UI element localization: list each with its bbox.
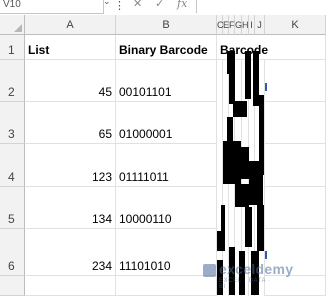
cell-b4[interactable]: 01111011 [116,144,217,187]
binary-value: 01000001 [119,127,173,141]
watermark-brand: exceldemy [219,261,294,277]
cancel-icon[interactable]: ✕ [133,0,142,10]
header-binary-barcode: Binary Barcode [119,43,208,57]
barcode-bar [233,101,247,117]
cell-a6[interactable]: 234 [25,229,116,276]
row-header-2[interactable]: 2 [0,60,25,102]
list-value: 134 [91,212,112,226]
row-number: 4 [8,170,15,184]
exceldemy-logo-icon [203,264,216,277]
column-header-k[interactable]: K [265,15,326,35]
binary-value: 00101101 [119,85,172,99]
cell-a3[interactable]: 65 [25,102,116,144]
list-value: 45 [98,85,112,99]
watermark: exceldemy EXCEL · DATA · BI [203,260,293,290]
column-header-a[interactable]: A [25,15,116,35]
binary-value: 11101010 [119,259,171,273]
cell-a2[interactable]: 45 [25,60,116,102]
cell-b7[interactable] [116,276,217,296]
barcode-bar [217,231,225,251]
barcode-bar [257,205,264,251]
binary-value: 10000110 [119,212,172,226]
header-list: List [28,43,50,57]
row-number: 2 [8,85,15,99]
enter-icon[interactable]: ✓ [155,0,164,10]
column-header-j[interactable]: J [255,15,265,35]
cell-k5[interactable] [265,187,326,229]
formula-bar: V10 ⌄ ⋮ ✕ ✓ fx [0,0,326,16]
cell-a4[interactable]: 123 [25,144,116,187]
list-value: 123 [91,170,112,184]
formula-bar-separator-icon: ⋮ [114,0,125,12]
row-number: 1 [8,43,15,57]
spreadsheet-grid: A B C E F G H I J K 1 2 3 4 5 6 List Bin… [0,15,326,296]
name-box-dropdown-icon[interactable]: ⌄ [103,0,111,7]
select-all-button[interactable] [0,15,25,35]
row-header-3[interactable]: 3 [0,102,25,144]
cell-k3[interactable] [265,102,326,144]
barcode-bar [245,207,252,247]
barcode-bar [245,51,251,99]
cell-b3[interactable]: 01000001 [116,102,217,144]
barcode-bar [249,161,263,205]
selection-edge-marker [265,83,267,91]
barcode-graphic [217,35,265,296]
cell-b6[interactable]: 11101010 [116,229,217,276]
row-header-6[interactable]: 6 [0,229,25,276]
row-header-4[interactable]: 4 [0,144,25,187]
barcode-bar [221,205,225,231]
row-header-7[interactable] [0,276,25,296]
cell-b1[interactable]: Binary Barcode [116,35,217,60]
cell-a1[interactable]: List [25,35,116,60]
column-header-h[interactable]: H [242,15,249,35]
cell-k1[interactable] [265,35,326,60]
row-header-1[interactable]: 1 [0,35,25,60]
cell-a5[interactable]: 134 [25,187,116,229]
selection-edge-marker [265,251,267,259]
list-value: 65 [98,127,112,141]
name-box[interactable]: V10 [0,0,104,14]
barcode-bar [227,117,233,141]
barcode-bar [223,141,241,184]
insert-function-button[interactable]: fx [177,0,187,10]
cell-k2[interactable] [265,60,326,102]
barcode-bar [235,184,249,207]
column-header-b[interactable]: B [116,15,217,35]
barcode-bar [227,51,235,74]
cell-b5[interactable]: 10000110 [116,187,217,229]
list-value: 234 [91,259,112,273]
row-number: 3 [8,127,15,141]
row-number: 6 [8,259,15,273]
cell-b2[interactable]: 00101101 [116,60,217,102]
cell-k4[interactable] [265,144,326,187]
cell-a7[interactable] [25,276,116,296]
barcode-bar [229,74,235,104]
row-number: 5 [8,212,15,226]
watermark-tagline: EXCEL · DATA · BI [219,278,271,290]
column-header-g[interactable]: G [235,15,242,35]
barcode-bar [241,147,249,179]
row-header-5[interactable]: 5 [0,187,25,229]
binary-value: 01111011 [119,170,169,184]
formula-input[interactable] [196,0,326,13]
